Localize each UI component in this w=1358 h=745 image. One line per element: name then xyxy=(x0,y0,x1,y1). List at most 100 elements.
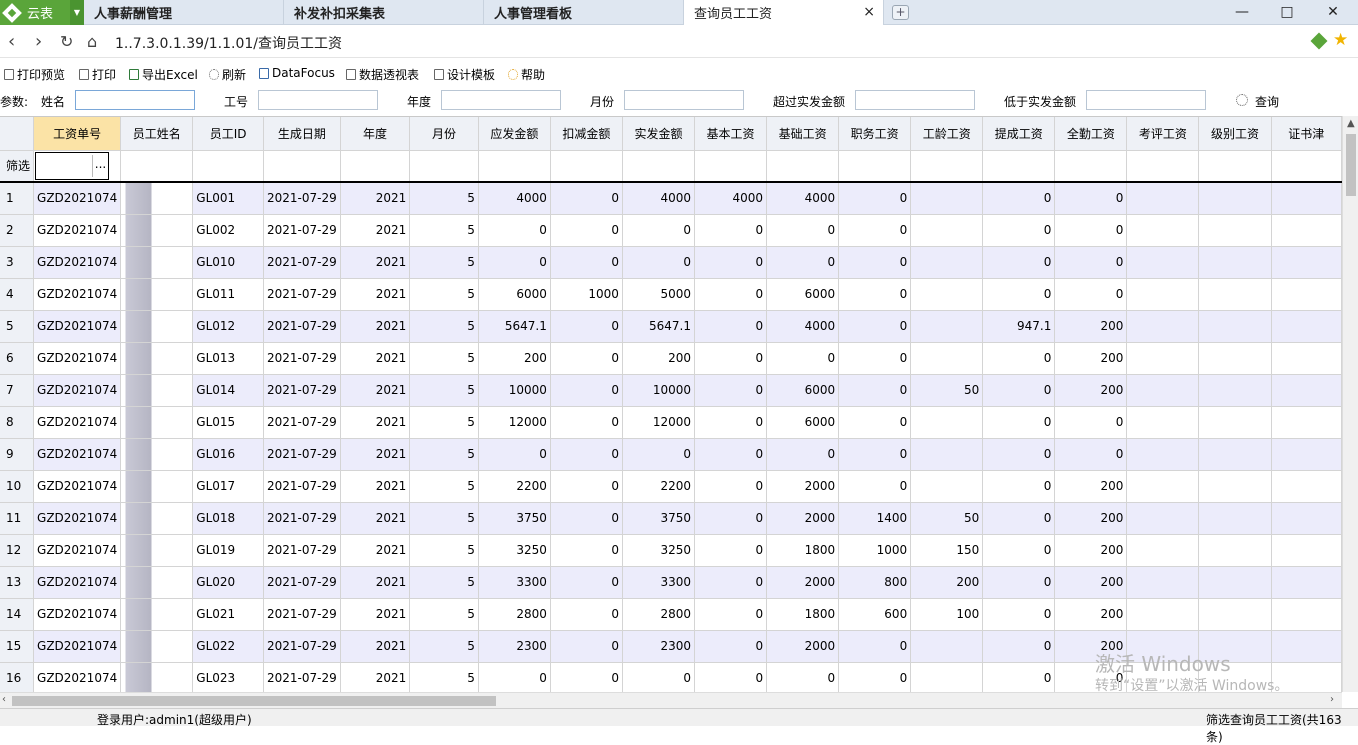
table-cell[interactable] xyxy=(910,182,984,215)
table-cell[interactable]: 0 xyxy=(550,534,623,567)
table-cell[interactable]: 2021 xyxy=(340,470,411,503)
table-cell[interactable] xyxy=(1271,182,1342,215)
table-cell[interactable]: 0 xyxy=(1054,438,1128,471)
filter-cell[interactable] xyxy=(1271,150,1342,183)
table-cell[interactable]: GL017 xyxy=(192,470,265,503)
table-cell[interactable]: 0 xyxy=(550,214,623,247)
table-row[interactable]: 14 GZD2021074 GL021 2021-07-29 2021 5 2800 0 280… xyxy=(0,598,1342,631)
table-cell[interactable]: GL016 xyxy=(192,438,265,471)
table-cell[interactable] xyxy=(1271,214,1342,247)
table-cell[interactable]: 0 xyxy=(838,470,912,503)
help-button[interactable]: 帮助 xyxy=(508,66,545,83)
table-cell[interactable] xyxy=(1198,246,1272,279)
name-input[interactable] xyxy=(75,90,195,110)
table-cell[interactable]: 12000 xyxy=(622,406,696,439)
table-cell[interactable] xyxy=(1198,214,1272,247)
scroll-right-icon[interactable]: › xyxy=(1330,694,1334,705)
column-header[interactable]: 提成工资 xyxy=(982,117,1056,151)
table-cell[interactable]: 0 xyxy=(838,438,912,471)
table-cell[interactable]: GZD2021074 xyxy=(33,470,122,503)
table-cell[interactable] xyxy=(1198,310,1272,343)
table-cell[interactable]: 1800 xyxy=(766,598,840,631)
column-header[interactable]: 证书津 xyxy=(1271,117,1342,151)
table-cell[interactable]: 0 xyxy=(766,246,840,279)
filter-cell[interactable] xyxy=(622,150,696,183)
filter-cell[interactable] xyxy=(766,150,840,183)
table-cell[interactable]: 0 xyxy=(550,566,623,599)
table-cell[interactable]: 2021-07-29 xyxy=(263,630,341,663)
table-cell[interactable]: 0 xyxy=(550,310,623,343)
table-cell[interactable]: GZD2021074 xyxy=(33,182,122,215)
table-cell[interactable] xyxy=(1126,214,1200,247)
table-cell[interactable] xyxy=(1126,310,1200,343)
table-cell[interactable]: 2000 xyxy=(766,566,840,599)
table-cell[interactable]: 200 xyxy=(1054,310,1128,343)
table-cell[interactable]: 0 xyxy=(550,342,623,375)
table-row[interactable]: 9 GZD2021074 GL016 2021-07-29 2021 5 0 0 0 0 0 0 0 0 xyxy=(0,438,1342,471)
table-row[interactable]: 2 GZD2021074 GL002 2021-07-29 2021 5 0 0 0 0 0 0 0 0 xyxy=(0,214,1342,247)
table-cell[interactable] xyxy=(910,470,984,503)
table-cell[interactable] xyxy=(1126,342,1200,375)
column-header[interactable]: 年度 xyxy=(340,117,411,151)
table-cell[interactable]: 10000 xyxy=(622,374,696,407)
table-cell[interactable]: 0 xyxy=(766,342,840,375)
filter-cell[interactable] xyxy=(120,150,194,183)
table-cell[interactable]: 3250 xyxy=(478,534,551,567)
table-cell[interactable]: 6000 xyxy=(766,374,840,407)
table-cell[interactable] xyxy=(1198,342,1272,375)
filter-cell[interactable] xyxy=(910,150,984,183)
table-cell[interactable]: GL018 xyxy=(192,502,265,535)
close-tab-icon[interactable]: × xyxy=(853,4,875,20)
filter-cell[interactable] xyxy=(340,150,411,183)
table-cell[interactable]: 0 xyxy=(694,406,768,439)
table-cell[interactable]: 5 xyxy=(409,502,479,535)
table-cell[interactable]: 2021 xyxy=(340,214,411,247)
table-cell[interactable]: 5 xyxy=(409,630,479,663)
table-cell[interactable]: 200 xyxy=(1054,534,1128,567)
table-cell[interactable]: 2021-07-29 xyxy=(263,598,341,631)
column-header[interactable]: 全勤工资 xyxy=(1054,117,1128,151)
table-cell[interactable] xyxy=(1126,278,1200,311)
table-cell[interactable]: 2021 xyxy=(340,534,411,567)
table-cell[interactable] xyxy=(1126,502,1200,535)
table-cell[interactable] xyxy=(1126,470,1200,503)
table-cell[interactable]: 200 xyxy=(1054,598,1128,631)
table-cell[interactable] xyxy=(120,374,194,407)
table-cell[interactable]: 0 xyxy=(982,246,1056,279)
table-cell[interactable] xyxy=(120,662,194,692)
table-cell[interactable]: 4000 xyxy=(622,182,696,215)
table-cell[interactable]: 2021 xyxy=(340,374,411,407)
table-cell[interactable]: 2800 xyxy=(622,598,696,631)
column-header[interactable]: 应发金额 xyxy=(478,117,551,151)
table-row[interactable]: 3 GZD2021074 GL010 2021-07-29 2021 5 0 0 0 0 0 0 0 0 xyxy=(0,246,1342,279)
table-cell[interactable]: 1800 xyxy=(766,534,840,567)
table-cell[interactable] xyxy=(120,342,194,375)
table-cell[interactable]: 0 xyxy=(550,406,623,439)
table-cell[interactable]: 0 xyxy=(478,246,551,279)
table-cell[interactable] xyxy=(1271,566,1342,599)
table-cell[interactable]: 0 xyxy=(766,662,840,692)
table-cell[interactable]: 0 xyxy=(838,182,912,215)
column-header[interactable]: 工资单号 xyxy=(33,117,122,151)
filter-cell[interactable] xyxy=(838,150,912,183)
table-cell[interactable] xyxy=(1198,278,1272,311)
table-cell[interactable]: 0 xyxy=(622,214,696,247)
table-cell[interactable]: GZD2021074 xyxy=(33,406,122,439)
month-input[interactable] xyxy=(624,90,744,110)
table-cell[interactable]: GL019 xyxy=(192,534,265,567)
table-cell[interactable]: 0 xyxy=(694,598,768,631)
table-cell[interactable] xyxy=(1271,278,1342,311)
column-header[interactable]: 扣减金额 xyxy=(550,117,623,151)
table-cell[interactable]: 4000 xyxy=(766,182,840,215)
table-cell[interactable]: 6000 xyxy=(766,406,840,439)
filter-cell[interactable] xyxy=(192,150,265,183)
forward-icon[interactable]: › xyxy=(35,31,42,52)
table-cell[interactable]: 5 xyxy=(409,406,479,439)
table-cell[interactable]: 6000 xyxy=(478,278,551,311)
minimize-button[interactable]: — xyxy=(1227,2,1257,22)
year-input[interactable] xyxy=(441,90,561,110)
table-cell[interactable]: 2021-07-29 xyxy=(263,502,341,535)
table-cell[interactable]: 600 xyxy=(838,598,912,631)
table-cell[interactable]: 2021 xyxy=(340,502,411,535)
table-cell[interactable]: GL014 xyxy=(192,374,265,407)
